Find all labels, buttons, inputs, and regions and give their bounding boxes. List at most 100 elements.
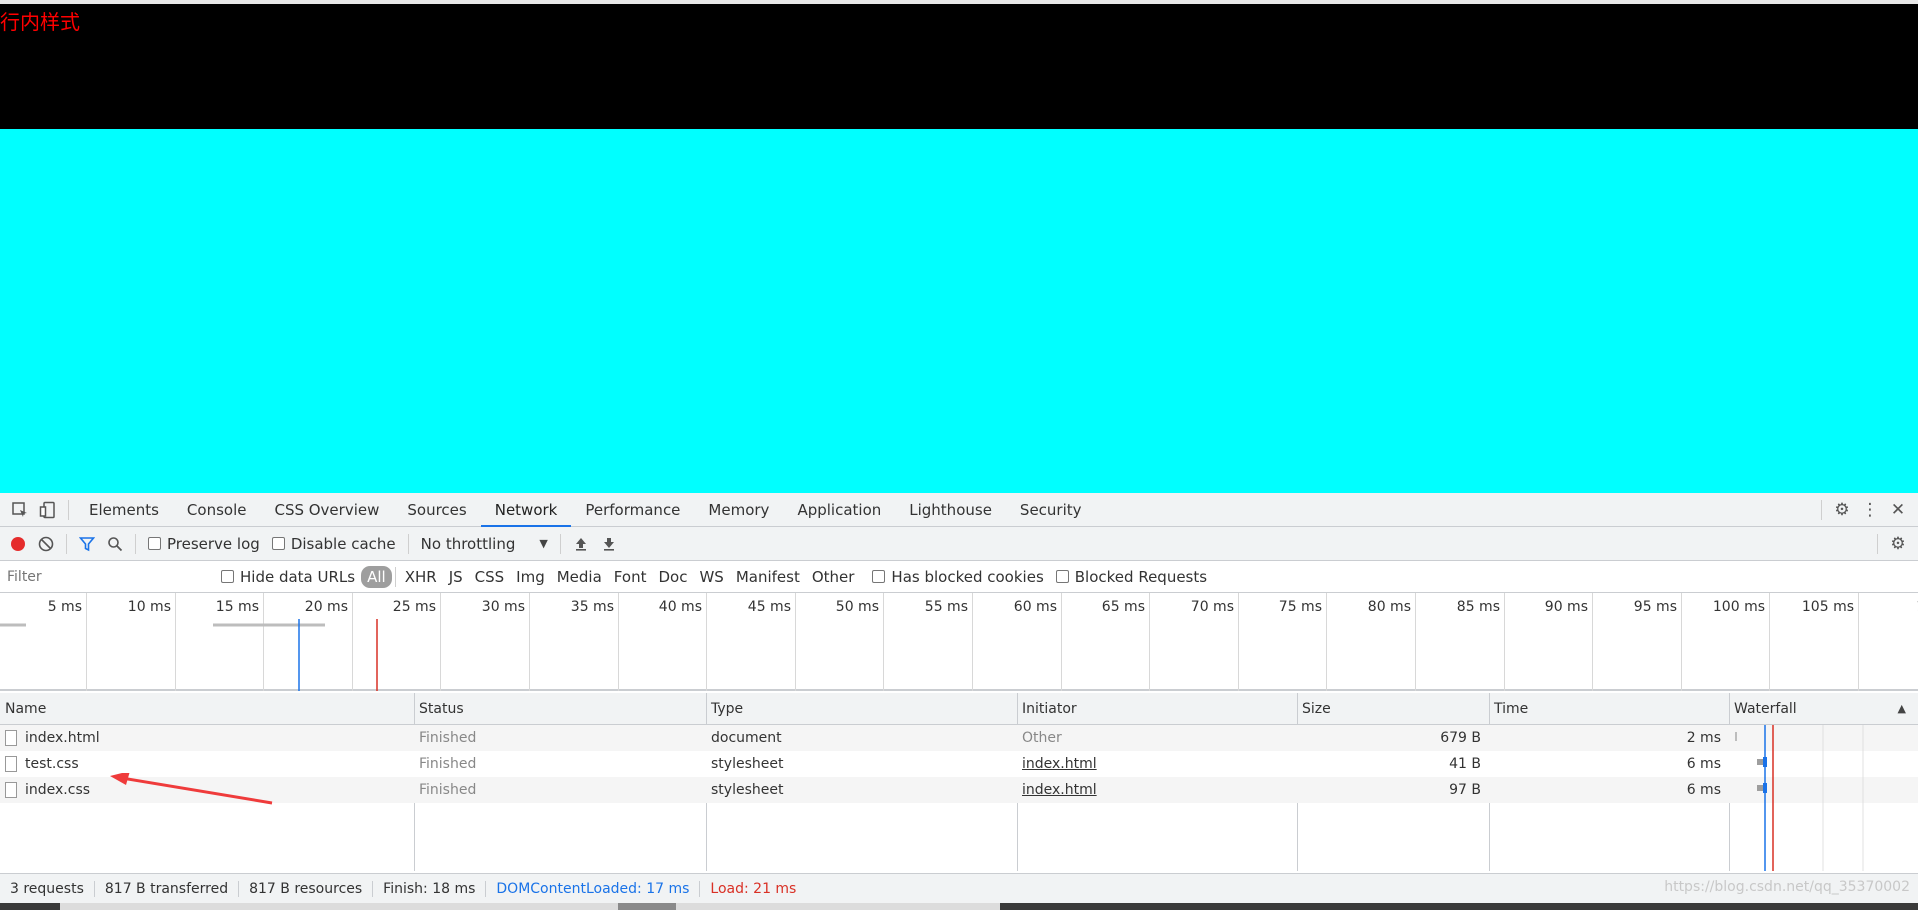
close-icon[interactable]: ✕ — [1884, 496, 1912, 524]
dropdown-arrow-icon: ▼ — [539, 537, 548, 550]
checkbox-box[interactable] — [1055, 570, 1069, 583]
more-options-icon[interactable]: ⋮ — [1856, 496, 1884, 524]
filter-type-font[interactable]: Font — [608, 566, 653, 588]
import-har-icon[interactable] — [567, 530, 595, 558]
tab-network[interactable]: Network — [480, 493, 572, 527]
clear-icon[interactable] — [32, 530, 60, 558]
settings-gear-icon[interactable]: ⚙ — [1828, 496, 1856, 524]
filter-type-doc[interactable]: Doc — [652, 566, 693, 588]
checkbox-box[interactable] — [872, 570, 886, 583]
devtools-tabbar: Elements Console CSS Overview Sources Ne… — [0, 493, 1918, 527]
annotation-arrow — [110, 773, 273, 805]
filter-type-css[interactable]: CSS — [469, 566, 511, 588]
status-load: Load: 21 ms — [710, 880, 797, 897]
divider — [66, 533, 67, 554]
toolbar-right-controls: ⚙ — [1871, 530, 1918, 558]
devtools-panel: Elements Console CSS Overview Sources Ne… — [0, 493, 1918, 910]
has-blocked-cookies-label: Has blocked cookies — [891, 567, 1044, 586]
column-header-name[interactable]: Name — [0, 693, 414, 725]
tab-performance[interactable]: Performance — [571, 493, 694, 527]
time-cell: 2 ms — [1686, 730, 1721, 746]
inspect-element-icon[interactable] — [6, 496, 34, 524]
page-viewport: 行内样式 — [0, 0, 1918, 493]
divider — [394, 566, 396, 587]
document-file-icon — [5, 782, 17, 798]
status-cell: Finished — [419, 756, 477, 772]
status-cell: Finished — [419, 730, 477, 746]
status-finish: Finish: 18 ms — [373, 880, 487, 897]
initiator-link[interactable]: index.html — [1017, 751, 1297, 777]
filter-funnel-icon[interactable] — [73, 530, 101, 558]
blocked-requests-checkbox[interactable]: Blocked Requests — [1055, 567, 1208, 586]
tab-security[interactable]: Security — [1006, 493, 1096, 527]
preserve-log-label: Preserve log — [167, 534, 260, 553]
arrow-head — [110, 773, 130, 785]
tabbar-right-controls: ⚙ ⋮ ✕ — [1815, 496, 1918, 524]
request-name: index.html — [25, 730, 100, 746]
status-dom-content-loaded: DOMContentLoaded: 17 ms — [486, 880, 701, 897]
filter-input[interactable] — [4, 564, 209, 589]
bottom-scrollbar-thumb[interactable] — [60, 903, 1000, 910]
type-cell: stylesheet — [711, 756, 784, 772]
table-row[interactable]: index.css Finished stylesheet index.html… — [0, 777, 1918, 803]
throttling-select[interactable]: No throttling ▼ — [415, 535, 554, 553]
has-blocked-cookies-checkbox[interactable]: Has blocked cookies — [872, 567, 1044, 586]
filter-type-img[interactable]: Img — [510, 566, 551, 588]
tab-console[interactable]: Console — [173, 493, 261, 527]
disable-cache-label: Disable cache — [290, 534, 396, 553]
filter-type-ws[interactable]: WS — [693, 566, 729, 588]
export-har-icon[interactable] — [595, 530, 623, 558]
column-header-time[interactable]: Time — [1489, 693, 1729, 725]
checkbox-box[interactable] — [221, 570, 234, 583]
divider — [1877, 533, 1878, 554]
blocked-requests-label: Blocked Requests — [1074, 567, 1208, 586]
tab-elements[interactable]: Elements — [75, 493, 173, 527]
checkbox-box[interactable] — [148, 537, 161, 550]
initiator-link[interactable]: index.html — [1017, 777, 1297, 803]
filter-type-all[interactable]: All — [361, 565, 392, 588]
tab-memory[interactable]: Memory — [694, 493, 783, 527]
column-header-initiator[interactable]: Initiator — [1017, 693, 1297, 725]
search-icon[interactable] — [101, 530, 129, 558]
preserve-log-checkbox[interactable]: Preserve log — [148, 535, 260, 553]
record-icon — [11, 536, 25, 551]
filter-type-media[interactable]: Media — [551, 566, 608, 588]
filter-bar: Hide data URLs All XHR JS CSS Img Media … — [0, 561, 1918, 593]
arrow-shaft — [121, 776, 273, 805]
size-cell: 41 B — [1449, 756, 1481, 772]
time-cell: 6 ms — [1686, 782, 1721, 798]
filter-type-xhr[interactable]: XHR — [399, 566, 443, 588]
status-cell: Finished — [419, 782, 477, 798]
time-cell: 6 ms — [1686, 756, 1721, 772]
request-name: test.css — [25, 756, 79, 772]
document-file-icon — [5, 756, 17, 772]
column-header-size[interactable]: Size — [1297, 693, 1489, 725]
filter-type-manifest[interactable]: Manifest — [730, 566, 806, 588]
filter-type-other[interactable]: Other — [806, 566, 861, 588]
network-settings-gear-icon[interactable]: ⚙ — [1884, 530, 1912, 558]
hide-data-urls-checkbox[interactable]: Hide data URLs — [221, 568, 355, 586]
disable-cache-checkbox[interactable]: Disable cache — [271, 534, 396, 553]
column-header-waterfall[interactable]: Waterfall ▲ — [1729, 693, 1918, 725]
tab-lighthouse[interactable]: Lighthouse — [895, 493, 1006, 527]
document-file-icon — [5, 730, 17, 746]
tab-application[interactable]: Application — [783, 493, 895, 527]
waterfall-graph — [1735, 725, 1864, 871]
status-transferred: 817 B transferred — [95, 880, 240, 897]
filter-type-js[interactable]: JS — [443, 566, 469, 588]
tab-sources[interactable]: Sources — [393, 493, 480, 527]
divider — [135, 533, 136, 554]
checkbox-box[interactable] — [271, 537, 285, 550]
network-overview-timeline[interactable]: 5 ms 10 ms 15 ms 20 ms 25 ms 30 ms 35 ms 40 ms 4… — [0, 593, 1918, 691]
column-header-type[interactable]: Type — [706, 693, 1017, 725]
record-button[interactable] — [4, 530, 32, 558]
table-row[interactable]: index.html Finished document Other 679 B… — [0, 725, 1918, 751]
divider — [68, 499, 69, 520]
tab-css-overview[interactable]: CSS Overview — [260, 493, 393, 527]
column-header-status[interactable]: Status — [414, 693, 706, 725]
request-name: index.css — [25, 782, 91, 798]
table-row[interactable]: test.css Finished stylesheet index.html … — [0, 751, 1918, 777]
device-toolbar-icon[interactable] — [34, 496, 62, 524]
inline-style-text: 行内样式 — [0, 10, 80, 34]
divider — [559, 533, 561, 554]
